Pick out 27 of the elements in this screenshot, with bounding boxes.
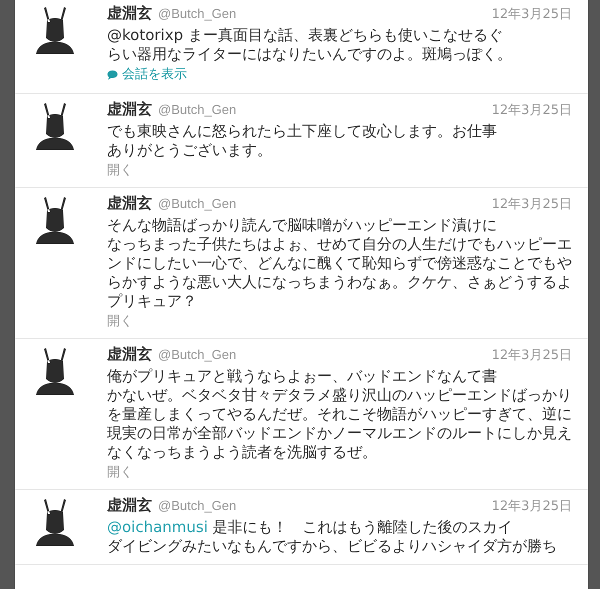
user-name[interactable]: 虚淵玄 <box>107 496 152 515</box>
tweet-text: @oichanmusi 是非にも！ これはもう離陸した後のスカイ ダイビングみたいなもんですから、ビビるよりハシャイダ方が勝ち <box>107 518 558 556</box>
expand-link[interactable]: 開く <box>107 163 133 178</box>
tweet-date[interactable]: 12年3月25日 <box>492 346 572 364</box>
tweet-date[interactable]: 12年3月25日 <box>492 195 572 213</box>
tweet-date[interactable]: 12年3月25日 <box>492 101 572 119</box>
tweet-text: でも東映さんに怒られたら土下座して改心します。お仕事 ありがとうございます。 <box>107 122 498 160</box>
user-handle[interactable]: @Butch_Gen <box>158 196 236 211</box>
user-handle[interactable]: @Butch_Gen <box>158 498 236 513</box>
user-name[interactable]: 虚淵玄 <box>107 100 152 119</box>
tweet-date[interactable]: 12年3月25日 <box>492 497 572 515</box>
tweet-text: 俺がプリキュアと戦うならよぉー、バッドエンドなんて書 かないぜ。ベタベタ甘々デタラメ盛り沢山のハッピーエンドばっかり を量産しまくってやるんだぜ。それこそ物語がハッピーすぎて、逆に 現実の日常が全部バッドエンドかノーマルエンドのルートにしか見え なくなっちまうよう読者を洗脳するぜ。 <box>107 367 572 462</box>
mention-link[interactable]: @oichanmusi <box>107 518 208 536</box>
user-name[interactable]: 虚淵玄 <box>107 194 152 213</box>
tweet-text: そんな物語ばっかり読んで脳味噌がハッピーエンド漬けに なっちまった子供たちはよぉ、せめて自分の人生だけでもハッピーエ ンドにしたい一心で、どんなに醜くて恥知らずで傍迷惑なことでもや らかすような悪い大人になっちまうわなぁ。クケケ、さぁどうするよ プリキュア？ <box>107 216 572 311</box>
tweet-text: @kotorixp まー真面目な話、表裏どちらも使いこなせるぐ らい器用なライターにはなりたいんですのよ。斑鳩っぽく。 <box>107 26 513 64</box>
speech-bubble-icon <box>107 70 118 80</box>
mention-link[interactable]: @kotorixp <box>107 26 184 44</box>
show-conversation-link[interactable]: 会話を表示 <box>107 67 187 83</box>
user-handle[interactable]: @Butch_Gen <box>158 6 236 21</box>
user-handle[interactable]: @Butch_Gen <box>158 347 236 362</box>
user-name[interactable]: 虚淵玄 <box>107 345 152 364</box>
user-handle[interactable]: @Butch_Gen <box>158 102 236 117</box>
expand-link[interactable]: 開く <box>107 314 133 329</box>
expand-link[interactable]: 開く <box>107 465 133 480</box>
user-name[interactable]: 虚淵玄 <box>107 4 152 23</box>
tweet-date[interactable]: 12年3月25日 <box>492 5 572 23</box>
